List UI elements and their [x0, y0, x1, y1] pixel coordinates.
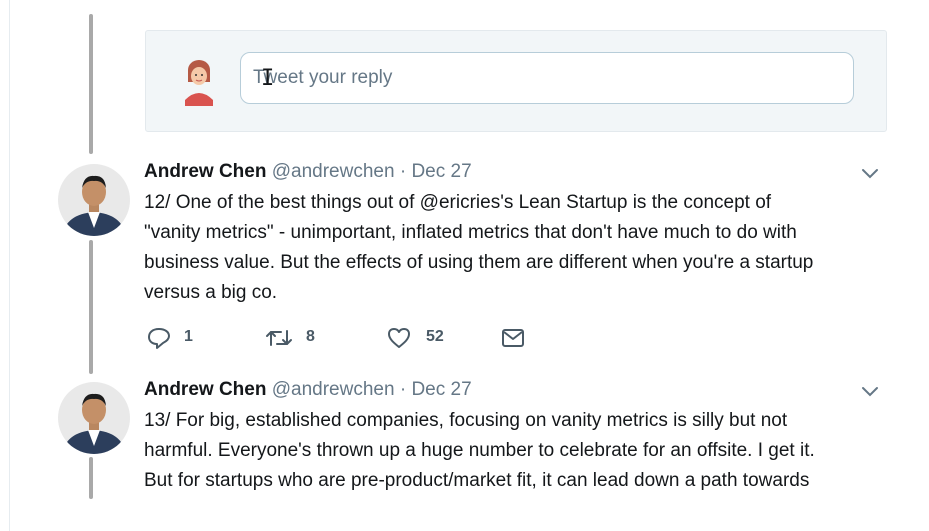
author-handle[interactable]: @andrewchen	[272, 379, 395, 400]
reply-composer: Tweet your reply I	[145, 30, 887, 132]
tweet-text: 13/ For big, established companies, focu…	[144, 406, 889, 496]
tweet-text-line: versus a big co.	[144, 282, 278, 303]
conversation-panel: Tweet your reply I Andrew Chen @andrewch…	[50, 14, 900, 499]
tweet-header: Andrew Chen @andrewchen · Dec 27	[144, 378, 472, 402]
retweet-count: 8	[306, 328, 315, 345]
like-count: 52	[426, 328, 444, 345]
tweet-text-line: But for startups who are pre-product/mar…	[144, 470, 810, 491]
tweet-text-line: 13/ For big, established companies, focu…	[144, 410, 788, 431]
envelope-icon	[502, 329, 524, 347]
tweet-text-line: 12/ One of the best things out of @ericr…	[144, 192, 772, 213]
author-name[interactable]: Andrew Chen	[144, 379, 266, 400]
tweet-text-line: business value. But the effects of using…	[144, 252, 814, 273]
tweet-text: 12/ One of the best things out of @ericr…	[144, 188, 889, 308]
tweet[interactable]: Andrew Chen @andrewchen · Dec 27 13/ For…	[50, 378, 900, 499]
author-name[interactable]: Andrew Chen	[144, 161, 266, 182]
header-separator: ·	[399, 379, 407, 400]
speech-bubble-icon	[148, 328, 170, 349]
tweet-text-line: harmful. Everyone's thrown up a huge num…	[144, 440, 815, 461]
tweet-date[interactable]: Dec 27	[411, 161, 471, 182]
reply-input[interactable]: Tweet your reply I	[240, 52, 854, 104]
tweet-header: Andrew Chen @andrewchen · Dec 27	[144, 160, 472, 184]
tweet-date[interactable]: Dec 27	[411, 379, 471, 400]
chevron-down-icon[interactable]	[860, 384, 880, 398]
chevron-down-icon[interactable]	[860, 166, 880, 180]
header-separator: ·	[399, 161, 407, 182]
avatar[interactable]	[58, 382, 130, 454]
retweet-icon	[266, 330, 292, 346]
tweet[interactable]: Andrew Chen @andrewchen · Dec 27 12/ One…	[50, 160, 900, 360]
heart-icon	[388, 328, 410, 348]
reply-count: 1	[184, 328, 193, 345]
thread-line-top	[89, 14, 93, 154]
tweet-actions: 1 8 52	[146, 325, 646, 351]
author-handle[interactable]: @andrewchen	[272, 161, 395, 182]
current-user-avatar	[181, 56, 217, 108]
tweet-text-line: "vanity metrics" - unimportant, inflated…	[144, 222, 797, 243]
text-cursor-icon: I	[261, 66, 275, 91]
page-left-border	[9, 0, 10, 531]
avatar[interactable]	[58, 164, 130, 236]
